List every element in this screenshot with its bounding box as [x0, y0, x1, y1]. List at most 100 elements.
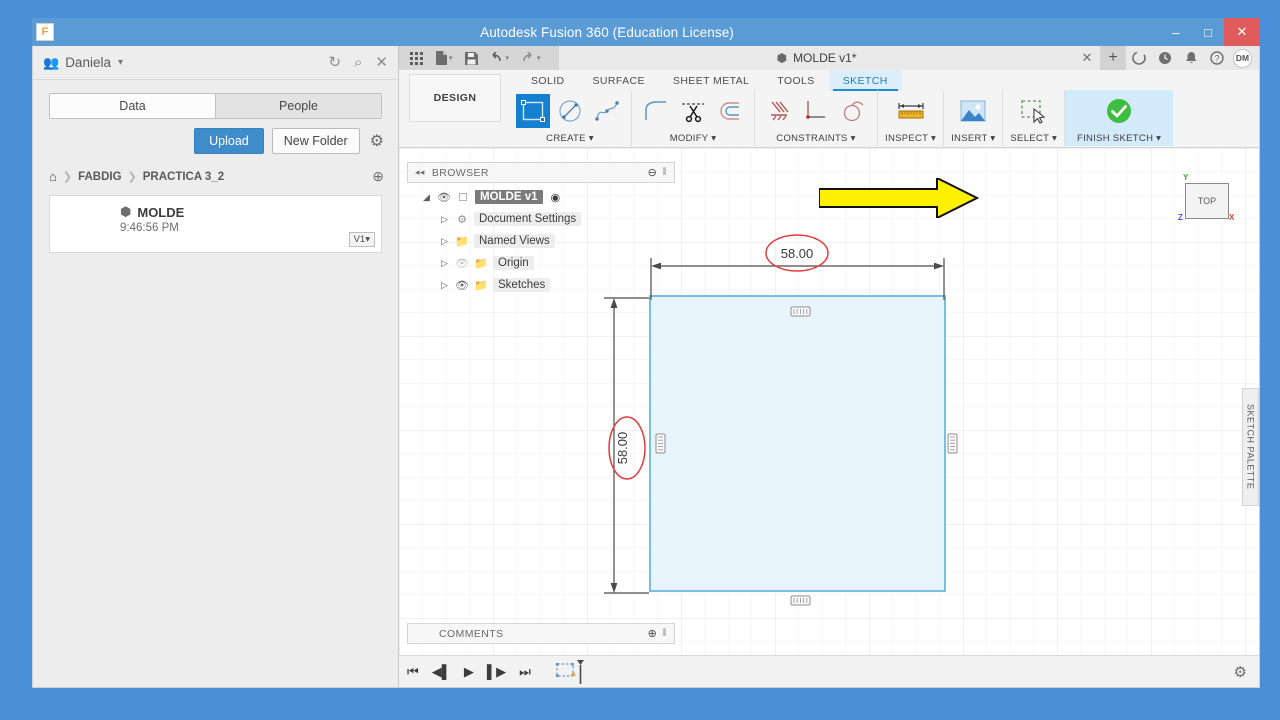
- radio-icon[interactable]: ◉: [551, 191, 561, 204]
- gear-icon-doc-settings: ⚙: [457, 213, 467, 226]
- globe-icon[interactable]: ⊕: [372, 168, 384, 185]
- chevron-down-icon-undo[interactable]: ▾: [506, 54, 510, 62]
- notification-bell-icon[interactable]: [1178, 46, 1204, 70]
- eye-icon-sketches[interactable]: 👁: [455, 279, 469, 292]
- new-folder-button[interactable]: New Folder: [271, 128, 360, 154]
- view-cube-face-top[interactable]: TOP: [1185, 183, 1229, 219]
- save-icon[interactable]: [460, 51, 483, 65]
- ribbon-group-insert-label[interactable]: INSERT ▾: [951, 133, 995, 144]
- tree-row-origin[interactable]: ▷ 👁 📁 Origin: [439, 252, 581, 274]
- tree-row-named-views[interactable]: ▷ 📁 Named Views: [439, 230, 581, 252]
- refresh-icon[interactable]: ↻: [328, 55, 341, 70]
- undo-icon[interactable]: ▾: [485, 52, 515, 64]
- eye-icon-origin-hidden[interactable]: 👁: [455, 257, 469, 270]
- timeline-settings-gear-icon[interactable]: ⚙: [1234, 663, 1247, 681]
- timeline-go-to-beginning[interactable]: ⏮: [407, 664, 419, 680]
- timeline-go-to-end[interactable]: ⏭: [519, 664, 531, 680]
- offset-tool-icon[interactable]: [713, 94, 747, 128]
- ribbon-group-modify-label[interactable]: MODIFY ▾: [670, 133, 717, 144]
- tab-people[interactable]: People: [215, 94, 381, 118]
- recent-clock-icon[interactable]: [1152, 46, 1178, 70]
- version-caret-icon: ▾: [365, 234, 370, 245]
- comments-add-icon[interactable]: ⊕: [648, 627, 658, 640]
- home-icon[interactable]: ⌂: [49, 169, 57, 184]
- expand-arrow-icon-views[interactable]: ▷: [439, 236, 450, 247]
- tab-solid[interactable]: SOLID: [517, 70, 579, 91]
- timeline-step-forward[interactable]: ▌▶: [487, 664, 506, 680]
- sketch-palette-tab[interactable]: SKETCH PALETTE: [1242, 388, 1259, 506]
- browser-collapse-icon[interactable]: ◂◂: [415, 167, 425, 178]
- window-title: Autodesk Fusion 360 (Education License): [480, 24, 734, 40]
- close-button[interactable]: ✕: [1224, 18, 1260, 46]
- avatar[interactable]: DM: [1233, 48, 1252, 68]
- tab-surface[interactable]: SURFACE: [579, 70, 659, 91]
- canvas-viewport[interactable]: 58.00 58.00 ◂◂ BROWSER ⊖ ⦀ ◢ 👁 ☐ MOLDE v…: [399, 148, 1259, 687]
- ribbon-group-select-label[interactable]: SELECT ▾: [1010, 133, 1057, 144]
- axis-label-y: Y: [1183, 173, 1189, 182]
- ribbon-group-finish-sketch-label[interactable]: FINISH SKETCH ▾: [1077, 133, 1161, 144]
- tree-row-sketches[interactable]: ▷ 👁 📁 Sketches: [439, 274, 581, 296]
- search-icon[interactable]: ⌕: [354, 55, 362, 70]
- gear-icon[interactable]: ⚙: [370, 131, 384, 151]
- maximize-button[interactable]: □: [1192, 18, 1224, 46]
- comments-panel-header[interactable]: COMMENTS ⊕ ⦀: [407, 623, 675, 644]
- tab-data[interactable]: Data: [50, 94, 215, 118]
- tree-row-document-settings[interactable]: ▷ ⚙ Document Settings: [439, 208, 582, 230]
- eye-icon[interactable]: 👁: [437, 191, 451, 204]
- new-file-icon[interactable]: ▾: [430, 51, 458, 65]
- tab-sheet-metal[interactable]: SHEET METAL: [659, 70, 763, 91]
- ribbon-group-constraints-label[interactable]: CONSTRAINTS ▾: [776, 133, 855, 144]
- breadcrumb-item-fabdig[interactable]: FABDIG: [78, 171, 121, 183]
- browser-panel-header[interactable]: ◂◂ BROWSER ⊖ ⦀: [407, 162, 675, 183]
- file-card-molde[interactable]: ⬢ MOLDE 9:46:56 PM V1▾: [49, 195, 382, 253]
- close-tab-icon[interactable]: ✕: [1074, 46, 1100, 70]
- fillet-tool-icon[interactable]: [639, 94, 673, 128]
- tree-label-root: MOLDE v1: [475, 190, 543, 204]
- expand-arrow-icon-origin[interactable]: ▷: [439, 258, 450, 269]
- measure-tool-icon[interactable]: [894, 94, 928, 128]
- tangent-constraint-icon[interactable]: [836, 94, 870, 128]
- circle-tool-icon[interactable]: [553, 94, 587, 128]
- select-tool-icon[interactable]: [1017, 94, 1051, 128]
- close-panel-icon[interactable]: ✕: [375, 55, 388, 70]
- version-badge[interactable]: V1▾: [348, 232, 375, 247]
- expand-arrow-icon-sketches[interactable]: ▷: [439, 280, 450, 291]
- finish-sketch-checkmark-icon[interactable]: [1102, 94, 1136, 128]
- design-workspace-selector[interactable]: DESIGN: [409, 74, 501, 122]
- breadcrumb-item-practica[interactable]: PRACTICA 3_2: [143, 171, 224, 183]
- upload-button[interactable]: Upload: [194, 128, 264, 154]
- fix-ground-constraint-icon[interactable]: [762, 94, 796, 128]
- ribbon-group-create-label[interactable]: CREATE ▾: [546, 133, 594, 144]
- tab-tools[interactable]: TOOLS: [763, 70, 828, 91]
- new-tab-icon[interactable]: +: [1100, 46, 1126, 70]
- redo-icon[interactable]: ▾: [516, 52, 546, 64]
- comments-resize-handle[interactable]: ⦀: [662, 628, 667, 639]
- document-tab-molde[interactable]: ⬢ MOLDE v1*: [777, 51, 857, 65]
- chevron-down-icon[interactable]: ▾: [449, 54, 453, 62]
- chevron-down-icon-redo[interactable]: ▾: [537, 54, 541, 62]
- timeline-step-back[interactable]: ◀▌: [432, 664, 451, 680]
- expand-arrow-icon[interactable]: ◢: [421, 192, 432, 203]
- browser-resize-handle[interactable]: ⦀: [662, 167, 667, 178]
- tab-sketch[interactable]: SKETCH: [828, 70, 902, 91]
- user-name[interactable]: Daniela: [65, 55, 111, 70]
- trim-tool-icon[interactable]: [676, 94, 710, 128]
- help-icon[interactable]: ?: [1204, 46, 1230, 70]
- apps-grid-icon[interactable]: [405, 51, 428, 65]
- horizontal-vertical-constraint-icon[interactable]: [799, 94, 833, 128]
- expand-arrow-icon-doc[interactable]: ▷: [439, 214, 450, 225]
- timeline-play[interactable]: ▶: [464, 664, 474, 680]
- job-status-icon[interactable]: [1126, 46, 1152, 70]
- ribbon-group-inspect-label[interactable]: INSPECT ▾: [885, 133, 936, 144]
- rectangle-tool-icon[interactable]: [516, 94, 550, 128]
- timeline-sketch-feature-icon[interactable]: [555, 659, 586, 685]
- folder-icon-sketches: 📁: [474, 279, 488, 292]
- spline-tool-icon[interactable]: [590, 94, 624, 128]
- view-cube[interactable]: TOP Y X Z: [1177, 173, 1237, 229]
- insert-image-icon[interactable]: [956, 94, 990, 128]
- ribbon-group-finish-sketch[interactable]: FINISH SKETCH ▾: [1065, 90, 1174, 146]
- minimize-button[interactable]: –: [1160, 18, 1192, 46]
- tree-row-root[interactable]: ◢ 👁 ☐ MOLDE v1 ◉: [421, 186, 581, 208]
- chevron-down-icon[interactable]: ▾: [118, 57, 123, 68]
- browser-minus-icon[interactable]: ⊖: [648, 166, 658, 179]
